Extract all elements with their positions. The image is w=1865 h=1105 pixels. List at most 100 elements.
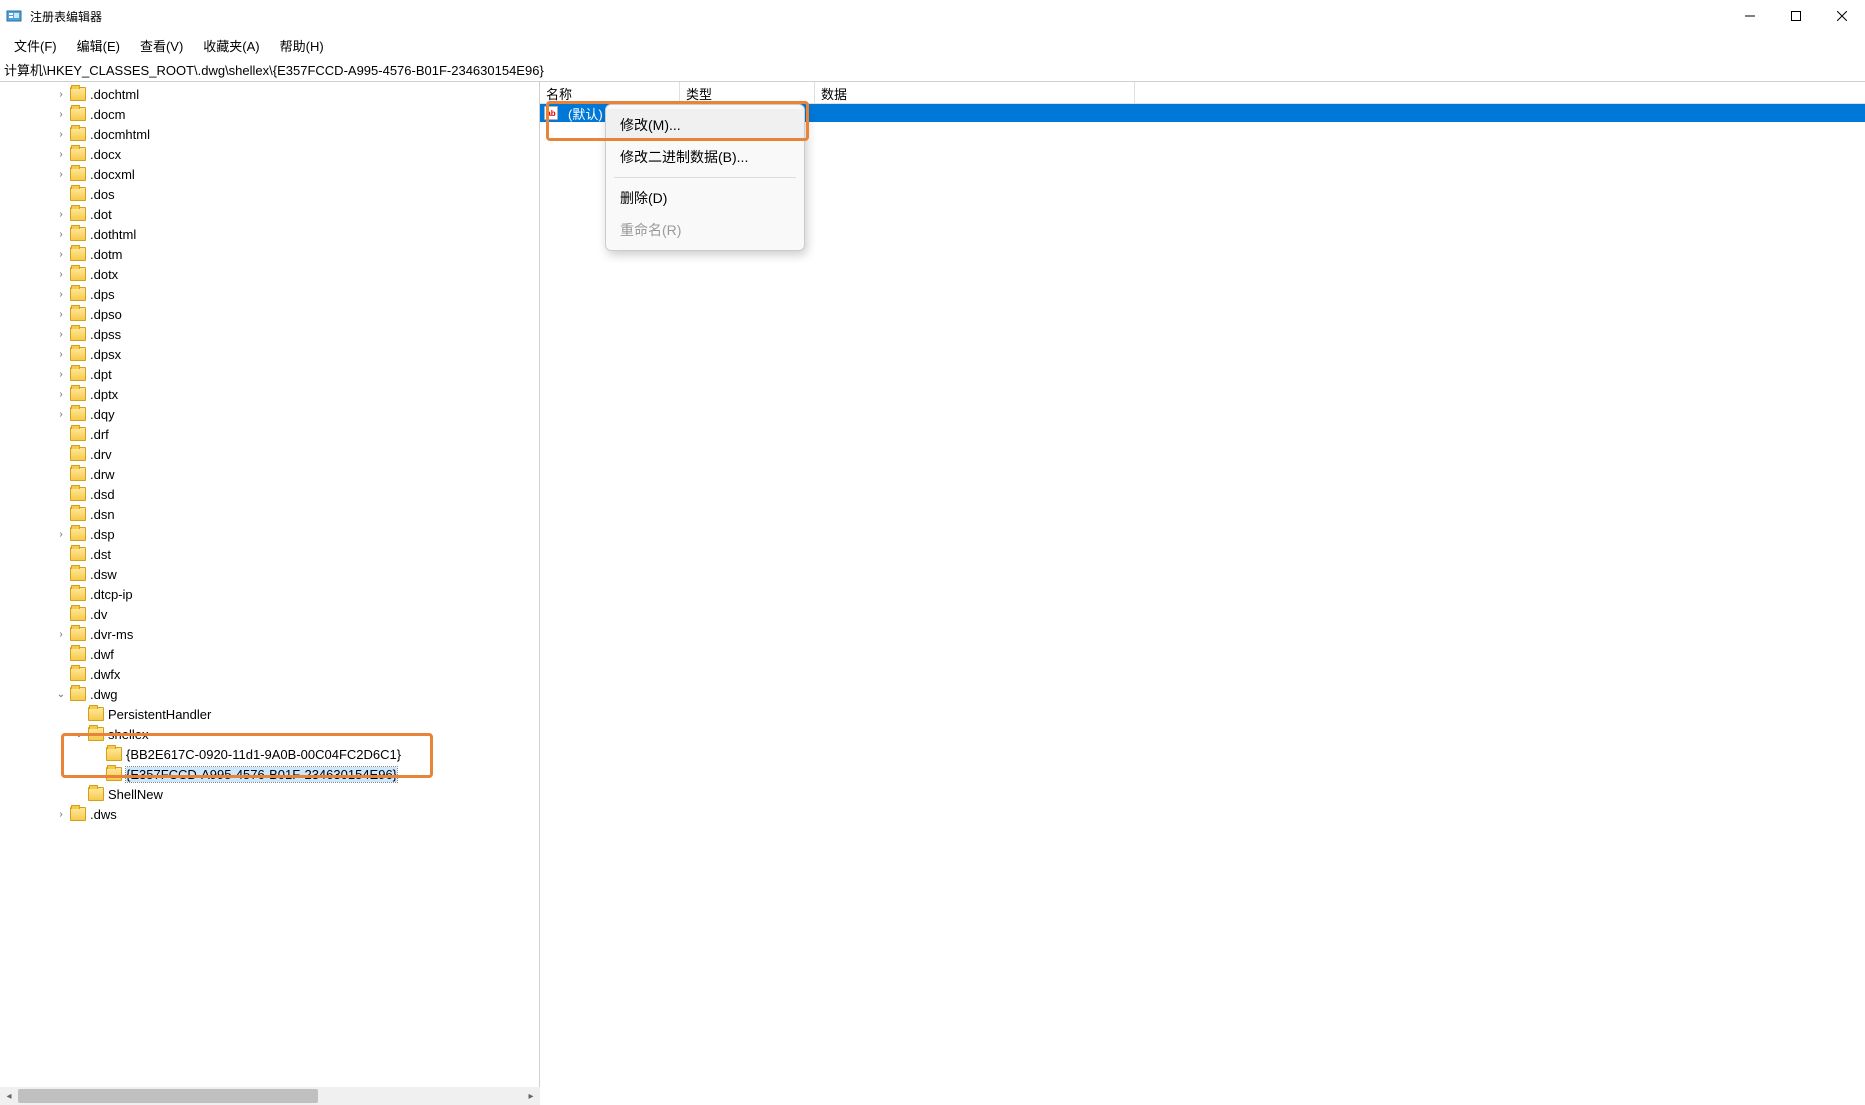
tree-node[interactable]: › .dotx: [0, 264, 539, 284]
list-header-name[interactable]: 名称: [540, 82, 680, 103]
tree-node[interactable]: ShellNew: [0, 784, 539, 804]
chevron-right-icon[interactable]: ›: [54, 307, 68, 321]
tree-label[interactable]: .dtcp-ip: [90, 587, 133, 602]
chevron-right-icon[interactable]: ›: [54, 127, 68, 141]
tree-node[interactable]: .dwf: [0, 644, 539, 664]
tree-node[interactable]: › .docx: [0, 144, 539, 164]
tree-node[interactable]: .drf: [0, 424, 539, 444]
tree-label[interactable]: .dvr-ms: [90, 627, 133, 642]
tree-label[interactable]: .docm: [90, 107, 125, 122]
tree-node[interactable]: › .dsp: [0, 524, 539, 544]
hscroll-left-button[interactable]: ◂: [0, 1087, 18, 1105]
tree-label[interactable]: .dst: [90, 547, 111, 562]
tree-label[interactable]: .dsp: [90, 527, 115, 542]
tree-node[interactable]: › .dps: [0, 284, 539, 304]
chevron-right-icon[interactable]: ›: [54, 327, 68, 341]
tree-label[interactable]: .drw: [90, 467, 115, 482]
chevron-right-icon[interactable]: ›: [54, 207, 68, 221]
tree-node[interactable]: .dwfx: [0, 664, 539, 684]
tree-node[interactable]: › .dot: [0, 204, 539, 224]
chevron-right-icon[interactable]: ›: [54, 287, 68, 301]
tree-label[interactable]: PersistentHandler: [108, 707, 211, 722]
hscroll-thumb[interactable]: [18, 1089, 318, 1103]
tree-node[interactable]: .dv: [0, 604, 539, 624]
chevron-right-icon[interactable]: ›: [54, 167, 68, 181]
chevron-right-icon[interactable]: ›: [54, 247, 68, 261]
tree-label[interactable]: .dwg: [90, 687, 117, 702]
tree-horizontal-scrollbar[interactable]: ◂ ▸: [0, 1087, 540, 1105]
chevron-right-icon[interactable]: ›: [54, 627, 68, 641]
chevron-right-icon[interactable]: ›: [54, 527, 68, 541]
tree-node[interactable]: .dst: [0, 544, 539, 564]
maximize-button[interactable]: [1773, 0, 1819, 32]
tree-label[interactable]: .dwf: [90, 647, 114, 662]
tree-label[interactable]: .dpsx: [90, 347, 121, 362]
tree-label[interactable]: {E357FCCD-A995-4576-B01F-234630154E96}: [126, 767, 397, 782]
tree-label[interactable]: .dochtml: [90, 87, 139, 102]
ctx-delete[interactable]: 删除(D): [606, 182, 804, 214]
list-header-data[interactable]: 数据: [815, 82, 1135, 103]
chevron-right-icon[interactable]: ›: [54, 387, 68, 401]
tree-label[interactable]: {BB2E617C-0920-11d1-9A0B-00C04FC2D6C1}: [126, 747, 401, 762]
chevron-right-icon[interactable]: ›: [54, 347, 68, 361]
tree-label[interactable]: .dqy: [90, 407, 115, 422]
chevron-right-icon[interactable]: ›: [54, 147, 68, 161]
tree-node[interactable]: .dos: [0, 184, 539, 204]
chevron-right-icon[interactable]: ›: [54, 367, 68, 381]
tree-node[interactable]: ⌄ .dwg: [0, 684, 539, 704]
tree-node[interactable]: .dsd: [0, 484, 539, 504]
tree-label[interactable]: .docmhtml: [90, 127, 150, 142]
tree-label[interactable]: ShellNew: [108, 787, 163, 802]
tree-node[interactable]: ›.docm: [0, 104, 539, 124]
tree-node[interactable]: .drv: [0, 444, 539, 464]
tree-label[interactable]: .dsw: [90, 567, 117, 582]
tree-label[interactable]: .dws: [90, 807, 117, 822]
chevron-right-icon[interactable]: ›: [54, 807, 68, 821]
tree-node[interactable]: ›.dptx: [0, 384, 539, 404]
tree-label[interactable]: .dps: [90, 287, 115, 302]
chevron-right-icon[interactable]: ›: [54, 87, 68, 101]
tree-label[interactable]: shellex: [108, 727, 148, 742]
menu-file[interactable]: 文件(F): [4, 33, 67, 58]
menu-edit[interactable]: 编辑(E): [67, 33, 130, 58]
tree-label[interactable]: .docx: [90, 147, 121, 162]
tree-node[interactable]: ›.dqy: [0, 404, 539, 424]
list-panel[interactable]: 名称 类型 数据 ab(默认)REG_SZ 修改(M)... 修改二进制数据(B…: [540, 82, 1865, 1087]
tree-label[interactable]: .drv: [90, 447, 112, 462]
tree-node[interactable]: {BB2E617C-0920-11d1-9A0B-00C04FC2D6C1}: [0, 744, 539, 764]
tree-panel[interactable]: ›.dochtml›.docm›.docmhtml›.docx›.docxml.…: [0, 82, 540, 1087]
ctx-modify[interactable]: 修改(M)...: [606, 109, 804, 141]
tree-label[interactable]: .dsd: [90, 487, 115, 502]
tree-node[interactable]: › .dvr-ms: [0, 624, 539, 644]
tree-node[interactable]: › .dochtml: [0, 84, 539, 104]
chevron-down-icon[interactable]: ⌄: [54, 687, 68, 701]
minimize-button[interactable]: [1727, 0, 1773, 32]
tree-label[interactable]: .dpso: [90, 307, 122, 322]
chevron-right-icon[interactable]: ›: [54, 267, 68, 281]
tree-node[interactable]: {E357FCCD-A995-4576-B01F-234630154E96}: [0, 764, 539, 784]
tree-label[interactable]: .drf: [90, 427, 109, 442]
tree-label[interactable]: .dv: [90, 607, 107, 622]
tree-label[interactable]: .dwfx: [90, 667, 120, 682]
tree-label[interactable]: .dot: [90, 207, 112, 222]
menu-view[interactable]: 查看(V): [130, 33, 193, 58]
tree-node[interactable]: ›.dothtml: [0, 224, 539, 244]
tree-label[interactable]: .docxml: [90, 167, 135, 182]
tree-label[interactable]: .dotx: [90, 267, 118, 282]
close-button[interactable]: [1819, 0, 1865, 32]
tree-node[interactable]: .dsn: [0, 504, 539, 524]
tree-label[interactable]: .dsn: [90, 507, 115, 522]
tree-node[interactable]: .drw: [0, 464, 539, 484]
chevron-right-icon[interactable]: ›: [54, 227, 68, 241]
tree-node[interactable]: ›.dpt: [0, 364, 539, 384]
chevron-down-icon[interactable]: ⌄: [72, 727, 86, 741]
tree-node[interactable]: .dsw: [0, 564, 539, 584]
ctx-modify-binary[interactable]: 修改二进制数据(B)...: [606, 141, 804, 173]
tree-node[interactable]: › .docxml: [0, 164, 539, 184]
tree-label[interactable]: .dotm: [90, 247, 123, 262]
menu-favorites[interactable]: 收藏夹(A): [193, 33, 269, 58]
addressbar[interactable]: 计算机\HKEY_CLASSES_ROOT\.dwg\shellex\{E357…: [0, 58, 1865, 82]
tree-label[interactable]: .dpss: [90, 327, 121, 342]
hscroll-right-button[interactable]: ▸: [522, 1087, 540, 1105]
tree-node[interactable]: › .dotm: [0, 244, 539, 264]
